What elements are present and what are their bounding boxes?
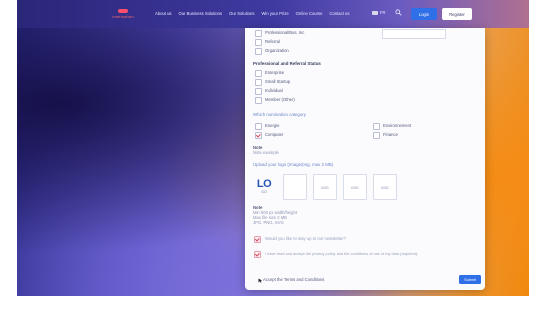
image-icon: IMG — [351, 184, 359, 190]
logo-slot[interactable] — [283, 174, 307, 200]
option-label: Organization — [265, 48, 289, 53]
newsletter-label: Would you like to stay up to our newslet… — [265, 236, 346, 241]
terms-label[interactable]: Accept the Terms and Conditions — [263, 277, 324, 282]
submit-button[interactable]: Submit — [459, 275, 481, 284]
language-switcher[interactable]: FR — [372, 10, 386, 15]
option-label: Finance — [383, 132, 398, 137]
text-field[interactable] — [382, 29, 446, 39]
image-icon: IMG — [321, 184, 329, 190]
site-header: nomination About us Our Business Solutio… — [17, 0, 529, 28]
search-icon[interactable] — [395, 9, 402, 16]
option-label: Environnement — [383, 123, 412, 128]
rule-line: JPG, PNG, SVG — [253, 220, 284, 225]
image-icon: IMG — [381, 184, 389, 190]
nav-item[interactable]: Online Course — [296, 11, 323, 16]
nav-item[interactable]: Our Business Solutions — [179, 11, 223, 16]
privacy-checkbox[interactable] — [254, 251, 261, 258]
note-text: Note example — [253, 150, 279, 155]
option-label: Small Startup — [265, 79, 291, 84]
checkbox[interactable] — [255, 97, 262, 104]
checkbox[interactable] — [255, 39, 262, 46]
logo-slot[interactable]: IMG — [343, 174, 367, 200]
logo-word: nomination — [112, 14, 134, 19]
nav-item[interactable]: Contact us — [329, 11, 349, 16]
logo-slot[interactable]: IMG — [373, 174, 397, 200]
site-logo[interactable]: nomination — [103, 7, 143, 21]
section-title: Professional and Referral Status — [253, 61, 321, 66]
nav-item[interactable]: About us — [155, 11, 172, 16]
uploaded-logo[interactable]: LO GO — [253, 174, 275, 198]
option-label: Individual — [265, 88, 283, 93]
checkbox-checked[interactable] — [255, 132, 262, 139]
newsletter-checkbox[interactable] — [254, 236, 261, 243]
checkbox[interactable] — [373, 123, 380, 130]
option-label: Professional/Bus. Inc — [265, 30, 305, 35]
checkbox[interactable] — [255, 30, 262, 37]
checkbox[interactable] — [255, 123, 262, 130]
logo-preview-text: LO — [256, 177, 272, 190]
flag-icon — [372, 10, 378, 15]
nomination-form-modal: Professional/Bus. Inc Referral Organizat… — [245, 28, 485, 290]
checkbox[interactable] — [255, 88, 262, 95]
logo-preview-sub: GO — [261, 189, 267, 194]
logo-slot[interactable]: IMG — [313, 174, 337, 200]
option-label: Member (Other) — [265, 97, 295, 102]
option-label: Enterprise — [265, 70, 285, 75]
screenshot-frame: nomination About us Our Business Solutio… — [17, 0, 529, 296]
checkbox[interactable] — [255, 48, 262, 55]
logo-mark — [118, 9, 128, 13]
checkbox[interactable] — [255, 70, 262, 77]
register-button[interactable]: Register — [442, 8, 472, 20]
nav-item[interactable]: Win your Prize — [261, 11, 288, 16]
section-title: Which nomination category — [253, 112, 306, 117]
language-label: FR — [380, 10, 386, 15]
option-label: Computer — [265, 132, 284, 137]
section-title: Upload your logo (Image/png, max 2 MB) — [253, 162, 334, 167]
main-nav: About us Our Business Solutions Our Solu… — [155, 11, 349, 16]
option-label: Referral — [265, 39, 280, 44]
login-button[interactable]: Login — [411, 8, 437, 20]
pointer-icon — [258, 278, 263, 283]
checkbox[interactable] — [255, 79, 262, 86]
option-label: Energie — [265, 123, 280, 128]
nav-item[interactable]: Our Solutions — [229, 11, 254, 16]
privacy-label: I have read and accept the privacy polic… — [265, 251, 419, 256]
checkbox[interactable] — [373, 132, 380, 139]
